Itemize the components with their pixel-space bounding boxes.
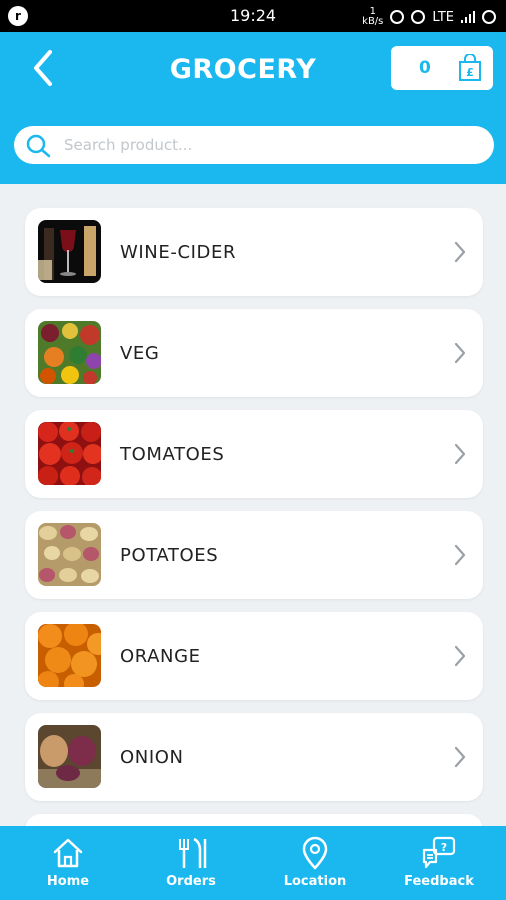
nav-orders[interactable]: Orders <box>128 826 254 900</box>
home-icon <box>53 838 83 868</box>
potatoes-image <box>38 523 101 586</box>
bottom-navigation: Home Orders Location ? Feedback <box>0 826 506 900</box>
chevron-right-icon <box>454 746 466 768</box>
category-item-orange[interactable]: ORANGE <box>25 612 483 700</box>
status-time: 19:24 <box>230 6 277 25</box>
onions-image <box>38 725 101 788</box>
category-label: WINE-CIDER <box>120 242 237 263</box>
status-bar: r 19:24 1 kB/s LTE <box>0 0 506 32</box>
vegetables-image <box>38 321 101 384</box>
category-list: WINE-CIDER VEG TOMATOES POTATOES ORANGE … <box>25 208 483 900</box>
category-item-veg[interactable]: VEG <box>25 309 483 397</box>
location-pin-icon <box>302 836 328 870</box>
category-label: POTATOES <box>120 545 219 566</box>
search-icon <box>26 134 51 158</box>
battery-icon <box>482 10 496 24</box>
tomatoes-image <box>38 422 101 485</box>
feedback-icon: ? <box>422 836 456 869</box>
app-header: GROCERY 0 £ <box>0 32 506 184</box>
svg-text:?: ? <box>441 841 447 854</box>
search-bar <box>14 126 494 164</box>
nav-home[interactable]: Home <box>5 826 131 900</box>
cart-button[interactable]: 0 £ <box>391 46 493 90</box>
chevron-right-icon <box>454 241 466 263</box>
category-label: VEG <box>120 343 160 364</box>
category-label: ORANGE <box>120 646 201 667</box>
shopping-bag-icon: £ <box>459 54 481 81</box>
network-speed-unit: kB/s <box>362 16 384 27</box>
category-item-wine-cider[interactable]: WINE-CIDER <box>25 208 483 296</box>
app-notification-icon: r <box>8 6 28 26</box>
data-saver-icon <box>411 10 426 24</box>
oranges-image <box>38 624 101 687</box>
wine-image <box>38 220 101 283</box>
status-icons: 1 kB/s LTE <box>362 7 496 27</box>
nav-location[interactable]: Location <box>252 826 378 900</box>
nav-label: Orders <box>166 874 216 889</box>
nav-label: Feedback <box>404 874 474 889</box>
chevron-right-icon <box>454 645 466 667</box>
chevron-right-icon <box>454 544 466 566</box>
nav-feedback[interactable]: ? Feedback <box>376 826 502 900</box>
category-item-onion[interactable]: ONION <box>25 713 483 801</box>
cart-currency: £ <box>466 66 474 79</box>
nav-label: Home <box>46 874 90 889</box>
search-input[interactable] <box>64 132 464 158</box>
nav-label: Location <box>283 874 347 889</box>
cart-count: 0 <box>419 58 431 78</box>
signal-icon <box>461 11 475 23</box>
network-speed: 1 kB/s <box>362 7 383 27</box>
cutlery-icon <box>179 837 207 868</box>
category-item-potatoes[interactable]: POTATOES <box>25 511 483 599</box>
category-item-tomatoes[interactable]: TOMATOES <box>25 410 483 498</box>
category-label: ONION <box>120 747 184 768</box>
chevron-right-icon <box>454 342 466 364</box>
category-label: TOMATOES <box>120 444 225 465</box>
chevron-right-icon <box>454 443 466 465</box>
network-type: LTE <box>432 9 454 25</box>
alarm-icon <box>390 10 405 24</box>
